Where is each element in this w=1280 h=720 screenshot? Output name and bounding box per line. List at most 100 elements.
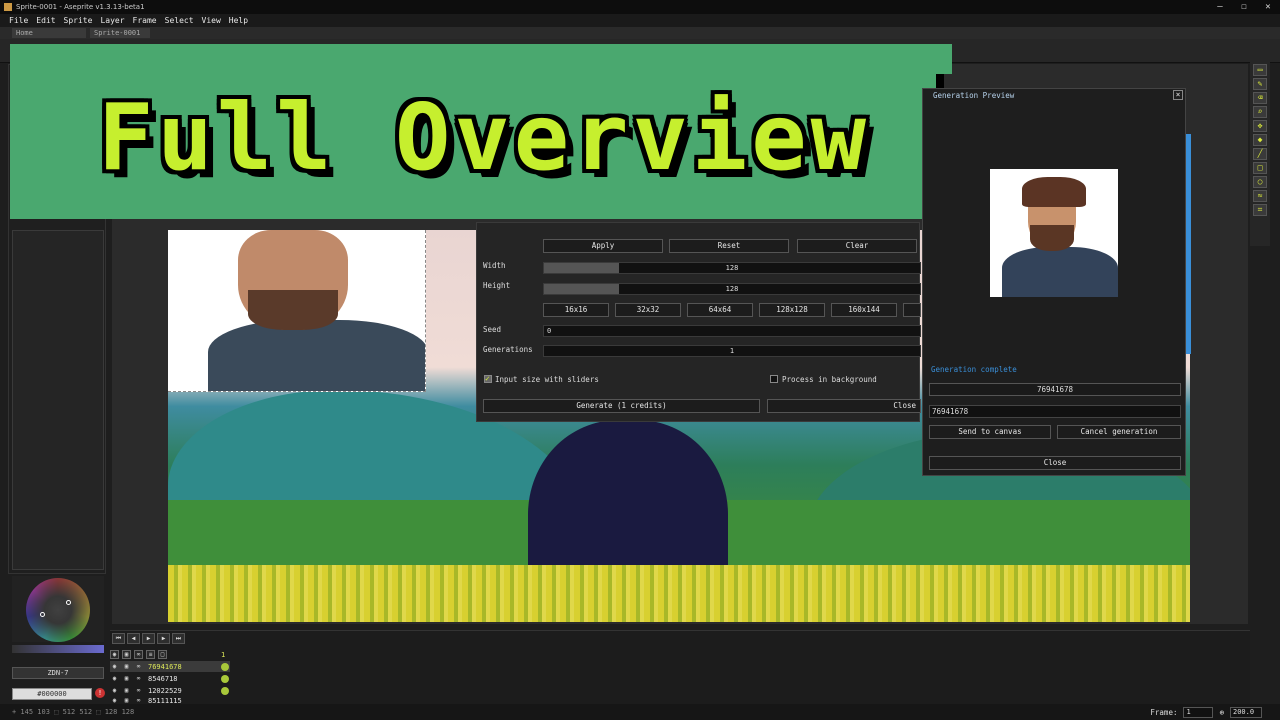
warning-icon[interactable]: ! xyxy=(95,688,105,698)
window-title: Sprite-0001 - Aseprite v1.3.13-beta1 xyxy=(16,3,145,11)
preview-close-button[interactable]: Close xyxy=(929,456,1181,470)
width-value: 128 xyxy=(725,264,739,272)
eye-icon[interactable]: ◉ xyxy=(110,650,119,659)
preview-close-icon[interactable]: × xyxy=(1173,90,1183,100)
generation-preview-dialog: Generation Preview × Generation complete… xyxy=(922,88,1186,476)
layer-lock-icon[interactable]: ▣ xyxy=(122,675,131,683)
layer-link-icon[interactable]: ∞ xyxy=(134,675,143,683)
layer-row[interactable]: ◉ ▣ ∞ 76941678 xyxy=(110,661,230,672)
generate-button[interactable]: Generate (1 credits) xyxy=(483,399,760,413)
generations-slider[interactable]: 1 xyxy=(543,345,921,357)
layer-name: 85111115 xyxy=(148,697,182,704)
cel-marker[interactable] xyxy=(221,663,229,671)
menu-file[interactable]: File xyxy=(9,16,28,25)
menu-view[interactable]: View xyxy=(202,16,221,25)
layer-link-icon[interactable]: ∞ xyxy=(134,663,143,671)
layer-row[interactable]: ◉ ▣ ∞ 8546718 xyxy=(110,673,230,684)
reset-button[interactable]: Reset xyxy=(669,239,789,253)
status-right: Frame: 1 ⊕ 200.0 xyxy=(1150,704,1262,720)
cel-marker[interactable] xyxy=(221,687,229,695)
wheel-handle-secondary[interactable] xyxy=(40,612,45,617)
seed-field[interactable]: 76941678 xyxy=(929,405,1181,418)
menu-edit[interactable]: Edit xyxy=(36,16,55,25)
layer-link-icon[interactable]: ∞ xyxy=(134,697,143,704)
marquee-tool-icon[interactable]: ▭ xyxy=(1253,64,1267,76)
close-window-button[interactable]: ✕ xyxy=(1256,0,1280,14)
next-frame-icon[interactable]: ▶ xyxy=(157,633,170,644)
eraser-tool-icon[interactable]: ⌫ xyxy=(1253,92,1267,104)
banner-title: Full Overview xyxy=(98,84,871,191)
menu-sprite[interactable]: Sprite xyxy=(64,16,93,25)
send-to-canvas-button[interactable]: Send to canvas xyxy=(929,425,1051,439)
height-label: Height xyxy=(483,281,511,290)
line-tool-icon[interactable]: ╱ xyxy=(1253,148,1267,160)
seed-label: Seed xyxy=(483,325,502,334)
fill-tool-icon[interactable]: ◆ xyxy=(1253,134,1267,146)
seed-input[interactable]: 0 xyxy=(543,325,921,337)
zoom-input[interactable]: 200.0 xyxy=(1230,706,1262,718)
layer-link-icon[interactable]: ∞ xyxy=(134,687,143,695)
width-slider[interactable]: 128 xyxy=(543,262,921,274)
layer-eye-icon[interactable]: ◉ xyxy=(110,697,119,704)
layer-lock-icon[interactable]: ▣ xyxy=(122,697,131,704)
zoom-icon[interactable]: ⊕ xyxy=(1219,708,1224,717)
preset-32x32-button[interactable]: 32x32 xyxy=(615,303,681,317)
preview-scrollbar[interactable] xyxy=(1186,134,1191,354)
first-frame-icon[interactable]: ⏮ xyxy=(112,633,125,644)
menu-help[interactable]: Help xyxy=(229,16,248,25)
lock-icon[interactable]: ▣ xyxy=(122,650,131,659)
selected-portrait[interactable] xyxy=(168,230,426,392)
last-frame-icon[interactable]: ⏭ xyxy=(172,633,185,644)
tabs-row: Home Sprite-0001 xyxy=(0,27,1280,39)
layer-row[interactable]: ◉ ▣ ∞ 85111115 xyxy=(110,697,230,704)
cancel-generation-button[interactable]: Cancel generation xyxy=(1057,425,1181,439)
layer-lock-icon[interactable]: ▣ xyxy=(122,687,131,695)
process-bg-checkbox[interactable] xyxy=(770,375,778,383)
menu-select[interactable]: Select xyxy=(165,16,194,25)
preview-hair xyxy=(1022,177,1086,207)
menu-layer[interactable]: Layer xyxy=(100,16,124,25)
layer-eye-icon[interactable]: ◉ xyxy=(110,675,119,683)
text-tool-icon[interactable]: ⌗ xyxy=(1253,204,1267,216)
blur-tool-icon[interactable]: ≈ xyxy=(1253,190,1267,202)
frame-icon[interactable]: □ xyxy=(158,650,167,659)
layer-row[interactable]: ◉ ▣ ∞ 12022529 xyxy=(110,685,230,696)
settings-close-button[interactable]: Close xyxy=(767,399,921,413)
height-slider[interactable]: 128 xyxy=(543,283,921,295)
link-icon[interactable]: ∞ xyxy=(134,650,143,659)
foreground-color[interactable]: #000000 xyxy=(12,688,92,700)
preset-160x144-button[interactable]: 160x144 xyxy=(831,303,897,317)
ellipse-tool-icon[interactable]: ○ xyxy=(1253,176,1267,188)
tab-home[interactable]: Home xyxy=(12,28,86,38)
width-slider-fill xyxy=(544,263,620,273)
minimize-button[interactable]: — xyxy=(1208,0,1232,14)
pencil-tool-icon[interactable]: ✎ xyxy=(1253,78,1267,90)
preset-64x64-button[interactable]: 64x64 xyxy=(687,303,753,317)
layer-lock-icon[interactable]: ▣ xyxy=(122,663,131,671)
rect-tool-icon[interactable]: □ xyxy=(1253,162,1267,174)
tab-sprite[interactable]: Sprite-0001 xyxy=(90,28,150,38)
preset-128x128-button[interactable]: 128x128 xyxy=(759,303,825,317)
wheel-handle[interactable] xyxy=(66,600,71,605)
menu-frame[interactable]: Frame xyxy=(133,16,157,25)
preview-image xyxy=(990,169,1118,297)
layer-eye-icon[interactable]: ◉ xyxy=(110,663,119,671)
zoom-tool-icon[interactable]: ⌕ xyxy=(1253,106,1267,118)
preset-more-button[interactable] xyxy=(903,303,921,317)
input-size-checkbox[interactable] xyxy=(484,374,492,383)
color-wheel[interactable] xyxy=(26,578,90,642)
layer-eye-icon[interactable]: ◉ xyxy=(110,687,119,695)
hue-slider[interactable] xyxy=(12,645,104,653)
frame-input[interactable]: 1 xyxy=(1183,706,1214,718)
preset-16x16-button[interactable]: 16x16 xyxy=(543,303,609,317)
layers-icon[interactable]: ≡ xyxy=(146,650,155,659)
move-tool-icon[interactable]: ✥ xyxy=(1253,120,1267,132)
frame-header[interactable]: 1 xyxy=(221,651,225,659)
apply-button[interactable]: Apply xyxy=(543,239,663,253)
maximize-button[interactable]: ☐ xyxy=(1232,0,1256,14)
prev-frame-icon[interactable]: ◀ xyxy=(127,633,140,644)
palette-name[interactable]: ZDN-7 xyxy=(12,667,104,679)
cel-marker[interactable] xyxy=(221,675,229,683)
clear-button[interactable]: Clear xyxy=(797,239,917,253)
play-icon[interactable]: ▶ xyxy=(142,633,155,644)
